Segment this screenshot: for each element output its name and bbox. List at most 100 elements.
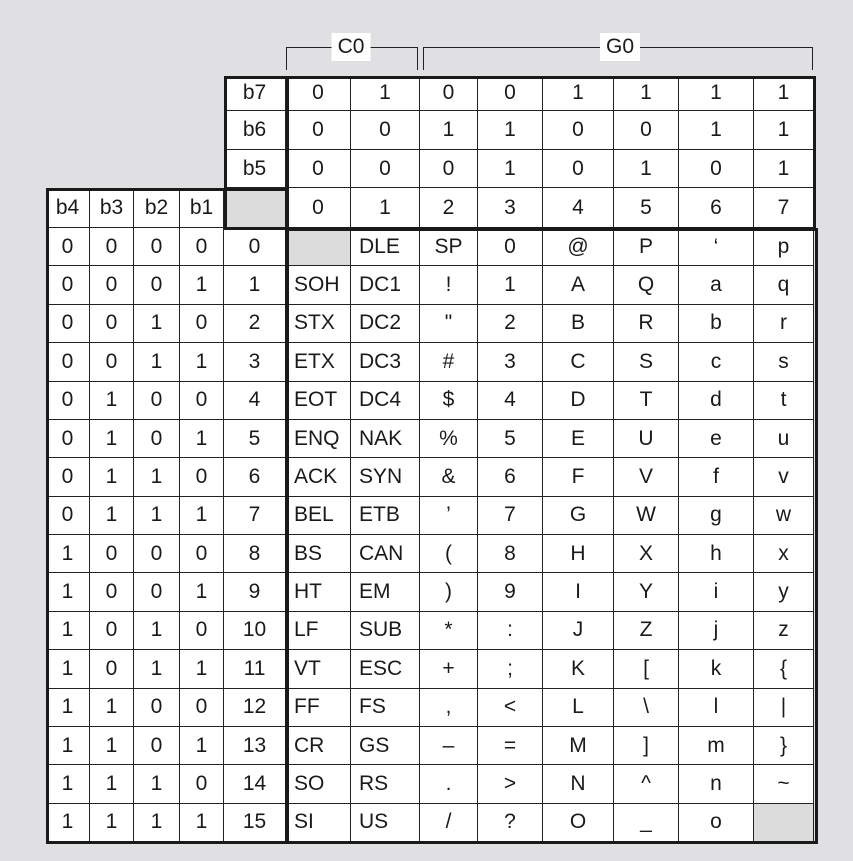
row-number: 12 [224,688,286,727]
char-cell: SUB [351,611,420,651]
char-cell: B [543,304,614,344]
char-cell: i [679,573,754,612]
char-cell: ] [614,726,679,766]
char-cell: S [614,343,679,382]
column-bit-b5: 0 [351,150,420,188]
row-bit: 0 [46,496,90,535]
char-cell: Z [614,611,679,651]
char-cell: SYN [351,458,420,497]
row-bit: 1 [180,419,224,459]
char-cell: " [420,304,478,344]
char-cell: ^ [614,765,679,804]
row-bit: 1 [46,803,90,842]
column-number: 6 [679,188,754,228]
char-cell: _ [614,803,679,842]
bit-label-b6: b6 [224,111,286,150]
char-cell: x [754,535,814,574]
bit-label-b3: b3 [90,188,134,228]
char-cell: SP [420,228,478,267]
bit-label-b4: b4 [46,188,90,228]
char-cell: l [679,688,754,727]
column-number: 3 [478,188,543,228]
char-cell: 7 [478,496,543,535]
char-cell: EOT [286,381,351,420]
char-cell: | [754,688,814,727]
char-cell: W [614,496,679,535]
char-cell: @ [543,228,614,267]
char-cell: DLE [351,228,420,267]
row-bit: 1 [90,458,134,497]
row-bit: 1 [180,343,224,382]
row-bit: 0 [90,573,134,612]
char-cell: < [478,688,543,727]
char-cell: T [614,381,679,420]
char-cell: GS [351,726,420,766]
char-cell: CR [286,726,351,766]
char-cell: DC1 [351,266,420,305]
row-bit: 0 [134,419,180,459]
row-bit: 1 [90,688,134,727]
char-cell: U [614,419,679,459]
row-bit: 0 [180,688,224,727]
char-cell: RS [351,765,420,804]
row-bit: 1 [134,611,180,651]
row-bit: 0 [46,419,90,459]
row-bit: 0 [46,381,90,420]
char-cell: E [543,419,614,459]
char-cell: ; [478,650,543,689]
bit-label-b2: b2 [134,188,180,228]
row-bit: 0 [90,343,134,382]
char-cell: & [420,458,478,497]
char-cell: \ [614,688,679,727]
row-bit: 0 [134,535,180,574]
char-cell: e [679,419,754,459]
row-bit: 1 [180,803,224,842]
row-number: 7 [224,496,286,535]
char-cell: D [543,381,614,420]
row-bit: 0 [134,726,180,766]
char-cell: z [754,611,814,651]
char-cell: : [478,611,543,651]
column-bit-b7: 1 [754,76,814,111]
char-cell: b [679,304,754,344]
char-cell: ? [478,803,543,842]
column-number: 0 [286,188,351,228]
char-cell: SI [286,803,351,842]
char-cell: 3 [478,343,543,382]
column-bit-b7: 0 [478,76,543,111]
column-bit-b7: 1 [614,76,679,111]
column-bit-b6: 1 [420,111,478,150]
char-cell: V [614,458,679,497]
column-bit-b5: 0 [286,150,351,188]
char-cell: / [420,803,478,842]
char-cell: – [420,726,478,766]
row-bit: 1 [180,726,224,766]
char-cell: # [420,343,478,382]
char-cell: 1 [478,266,543,305]
char-cell: { [754,650,814,689]
column-number: 1 [351,188,420,228]
char-cell: > [478,765,543,804]
char-cell: DC2 [351,304,420,344]
row-bit: 1 [134,458,180,497]
row-bit: 0 [46,266,90,305]
char-cell: [ [614,650,679,689]
char-cell: 4 [478,381,543,420]
column-bit-b5: 0 [679,150,754,188]
row-bit: 0 [180,535,224,574]
row-bit: 0 [180,304,224,344]
row-bit: 0 [90,611,134,651]
char-cell: ‘ [679,228,754,267]
char-cell: EM [351,573,420,612]
char-cell: STX [286,304,351,344]
char-cell: F [543,458,614,497]
row-bit: 1 [46,726,90,766]
row-bit: 0 [46,458,90,497]
column-bit-b5: 1 [614,150,679,188]
char-cell: A [543,266,614,305]
group-label-g0: G0 [599,33,641,61]
row-bit: 1 [46,688,90,727]
char-cell: 6 [478,458,543,497]
row-number: 4 [224,381,286,420]
char-cell: r [754,304,814,344]
